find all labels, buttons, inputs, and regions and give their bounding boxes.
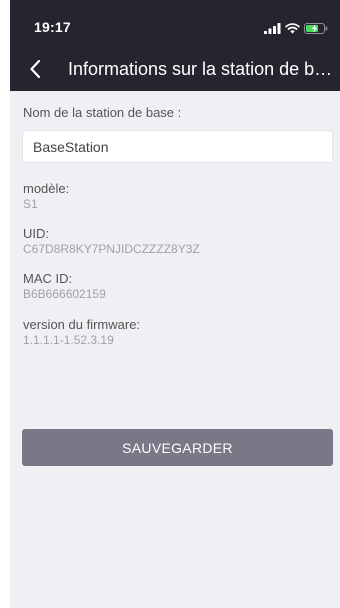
model-label: modèle: [23,181,70,196]
firmware-value: 1.1.1.1-1.52.3.19 [23,333,114,347]
mac-info: MAC ID: B6B666602159 [23,271,106,302]
uid-label: UID: [23,226,49,241]
back-button[interactable] [22,58,48,84]
wifi-icon [285,23,300,34]
uid-info: UID: C67D8R8KY7PNJIDCZZZZ8Y3Z [23,226,200,257]
station-name-label: Nom de la station de base : [23,105,182,120]
phone-screen: 19:17 Informations sur la station de bas… [0,0,340,608]
chevron-left-icon [29,59,41,84]
page-title: Informations sur la station de base [68,59,336,79]
station-name-input[interactable] [22,130,333,163]
uid-value: C67D8R8KY7PNJIDCZZZZ8Y3Z [23,242,200,256]
battery-charging-icon [304,23,328,34]
navigation-bar: Informations sur la station de base [10,50,340,91]
status-icons [264,20,328,34]
header: 19:17 Informations sur la station de bas… [10,0,340,91]
firmware-info: version du firmware: 1.1.1.1-1.52.3.19 [23,317,140,348]
signal-icon [264,23,281,34]
save-button[interactable]: SAUVEGARDER [22,429,333,466]
firmware-label: version du firmware: [23,317,141,332]
mac-label: MAC ID: [23,271,73,286]
status-time: 19:17 [34,19,71,35]
mac-value: B6B666602159 [23,287,106,301]
model-value: S1 [23,197,38,211]
main-content: Nom de la station de base : modèle: S1 U… [10,91,340,608]
status-bar: 19:17 [10,0,340,50]
model-info: modèle: S1 [23,181,69,212]
